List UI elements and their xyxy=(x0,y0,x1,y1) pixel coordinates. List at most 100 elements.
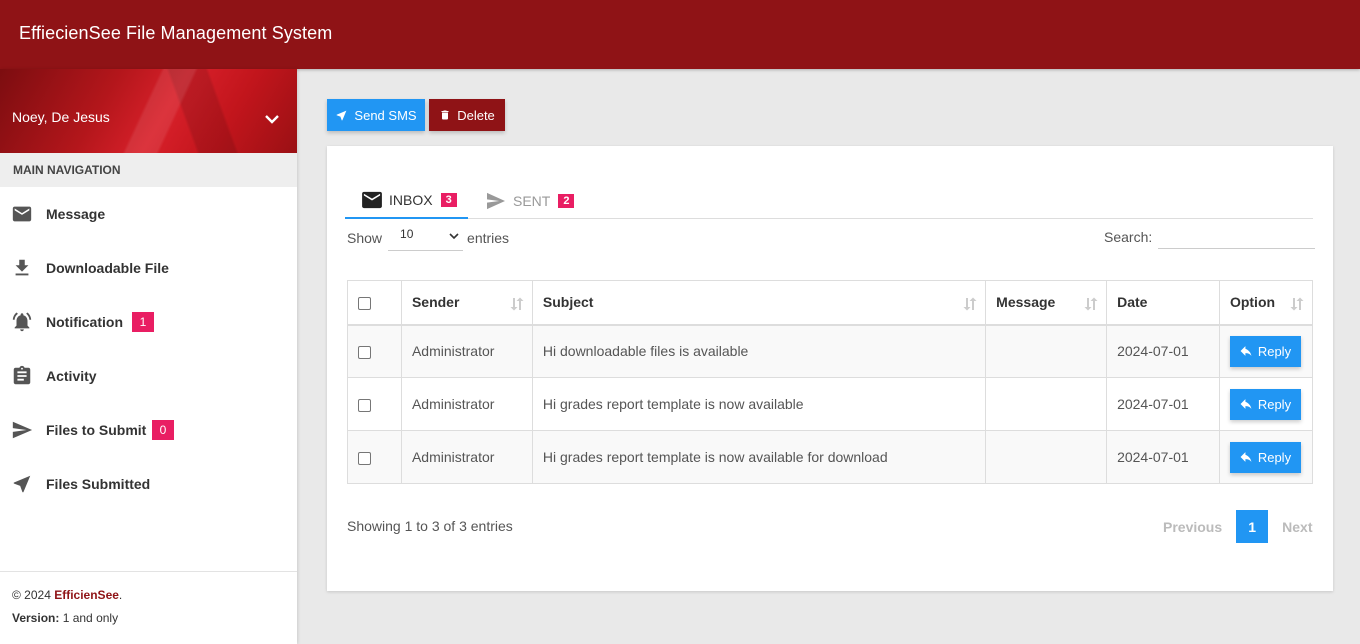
pagination-previous[interactable]: Previous xyxy=(1149,519,1236,535)
nav-header: MAIN NAVIGATION xyxy=(0,153,297,187)
entries-select-value: 10 xyxy=(400,227,414,241)
entries-label: entries xyxy=(467,229,510,246)
sidebar-item-label: Notification xyxy=(46,314,123,330)
delete-label: Delete xyxy=(457,107,495,123)
option-cell: Reply xyxy=(1218,377,1314,431)
sort-icon xyxy=(963,297,977,311)
table-row[interactable]: Administrator Hi grades report template … xyxy=(347,377,1314,431)
trash-icon xyxy=(441,110,449,120)
tab-inbox[interactable]: INBOX 3 xyxy=(345,182,468,219)
entries-select[interactable]: 10 xyxy=(388,224,464,251)
column-label: Option xyxy=(1229,294,1276,311)
sidebar-item-label: Files to Submit xyxy=(46,422,147,438)
option-cell: Reply xyxy=(1218,324,1314,378)
sidebar-item-files-to-submit[interactable]: Files to Submit 0 xyxy=(0,403,297,457)
row-checkbox[interactable] xyxy=(358,451,371,465)
send-icon xyxy=(487,192,505,209)
entries-length-control: Show 10 entries xyxy=(347,224,509,251)
brand-link[interactable]: EfficienSee xyxy=(54,588,119,602)
send-sms-label: Send SMS xyxy=(354,107,417,123)
reply-button[interactable]: Reply xyxy=(1229,441,1301,473)
user-name: Noey, De Jesus xyxy=(12,109,110,125)
table-header-row: Sender Subject Message Date Option xyxy=(347,280,1314,326)
table-row[interactable]: Administrator Hi downloadable files is a… xyxy=(347,324,1314,378)
column-label: Sender xyxy=(411,294,460,311)
column-header-option[interactable]: Option xyxy=(1218,280,1314,326)
sidebar-item-downloadable-file[interactable]: Downloadable File xyxy=(0,241,297,295)
row-select-cell xyxy=(347,430,402,484)
pagination: Previous 1 Next xyxy=(1149,510,1327,543)
reply-icon xyxy=(1240,398,1252,409)
message-cell xyxy=(985,430,1108,484)
search-input[interactable] xyxy=(1158,224,1316,249)
row-checkbox[interactable] xyxy=(358,346,371,360)
version-label: Version: xyxy=(12,611,60,625)
sidebar-item-label: Activity xyxy=(46,368,97,384)
message-cell xyxy=(985,324,1108,378)
top-bar: EffiecienSee File Management System xyxy=(0,0,1360,69)
date-cell: 2024-07-01 xyxy=(1106,377,1220,431)
user-panel[interactable]: Noey, De Jesus xyxy=(0,69,297,153)
reply-label: Reply xyxy=(1257,396,1292,412)
bell-ring-icon xyxy=(12,312,32,332)
message-cell xyxy=(985,377,1108,431)
select-all-checkbox[interactable] xyxy=(358,297,371,311)
files-to-submit-count-badge: 0 xyxy=(152,420,174,440)
date-cell: 2024-07-01 xyxy=(1106,430,1220,484)
reply-button[interactable]: Reply xyxy=(1229,335,1301,367)
message-tabs: INBOX 3 SENT 2 xyxy=(345,182,1313,219)
delete-button[interactable]: Delete xyxy=(429,99,505,131)
pagination-next[interactable]: Next xyxy=(1268,519,1326,535)
version-value: 1 and only xyxy=(62,611,119,625)
column-label: Date xyxy=(1117,294,1148,311)
reply-icon xyxy=(1240,345,1252,356)
sidebar-item-activity[interactable]: Activity xyxy=(0,349,297,403)
option-cell: Reply xyxy=(1218,430,1314,484)
sidebar-item-label: Files Submitted xyxy=(46,476,151,492)
reply-button[interactable]: Reply xyxy=(1229,388,1301,420)
app-title: EffiecienSee File Management System xyxy=(19,23,333,43)
chevron-down-icon[interactable] xyxy=(264,113,280,125)
tab-sent-label: SENT xyxy=(513,192,551,209)
column-header-date[interactable]: Date xyxy=(1106,280,1220,326)
sidebar-item-label: Downloadable File xyxy=(46,260,169,276)
copyright-text: © 2024 xyxy=(12,588,51,602)
sidebar-item-message[interactable]: Message xyxy=(0,187,297,241)
search-label: Search: xyxy=(1104,228,1153,245)
sidebar-item-label: Message xyxy=(46,206,106,222)
messages-card: INBOX 3 SENT 2 Show 10 entries Search: S… xyxy=(327,146,1333,591)
column-header-sender[interactable]: Sender xyxy=(400,280,533,326)
sender-cell: Administrator xyxy=(400,324,533,378)
table-row[interactable]: Administrator Hi grades report template … xyxy=(347,430,1314,484)
sidebar-item-notification[interactable]: Notification 1 xyxy=(0,295,297,349)
copyright-period: . xyxy=(118,588,123,602)
messages-table: Sender Subject Message Date Option Admin… xyxy=(347,280,1314,484)
download-icon xyxy=(15,259,29,276)
navigation-arrow-icon xyxy=(13,475,31,493)
reply-icon xyxy=(1240,451,1252,462)
pagination-page-1[interactable]: 1 xyxy=(1236,510,1269,543)
send-sms-button[interactable]: Send SMS xyxy=(327,99,425,131)
sidebar-item-files-submitted[interactable]: Files Submitted xyxy=(0,457,297,511)
date-cell: 2024-07-01 xyxy=(1106,324,1220,378)
reply-label: Reply xyxy=(1257,343,1292,359)
mail-icon xyxy=(12,206,32,222)
row-select-cell xyxy=(347,324,402,378)
chevron-down-icon xyxy=(449,233,459,240)
sender-cell: Administrator xyxy=(400,430,533,484)
column-header-subject[interactable]: Subject xyxy=(531,280,987,326)
tab-sent[interactable]: SENT 2 xyxy=(485,182,595,219)
sidebar: Noey, De Jesus MAIN NAVIGATION Message D… xyxy=(0,69,297,644)
copyright-line: © 2024 EfficienSee. xyxy=(12,588,285,602)
version-line: Version: 1 and only xyxy=(12,611,285,625)
row-checkbox[interactable] xyxy=(358,398,371,412)
navigation-arrow-icon xyxy=(337,110,347,120)
send-icon xyxy=(12,421,33,439)
sort-icon xyxy=(1290,297,1304,311)
column-label: Subject xyxy=(542,294,594,311)
reply-label: Reply xyxy=(1257,449,1292,465)
sort-icon xyxy=(510,297,524,311)
clipboard-icon xyxy=(13,365,31,385)
column-header-message[interactable]: Message xyxy=(985,280,1108,326)
mail-icon xyxy=(362,191,382,208)
